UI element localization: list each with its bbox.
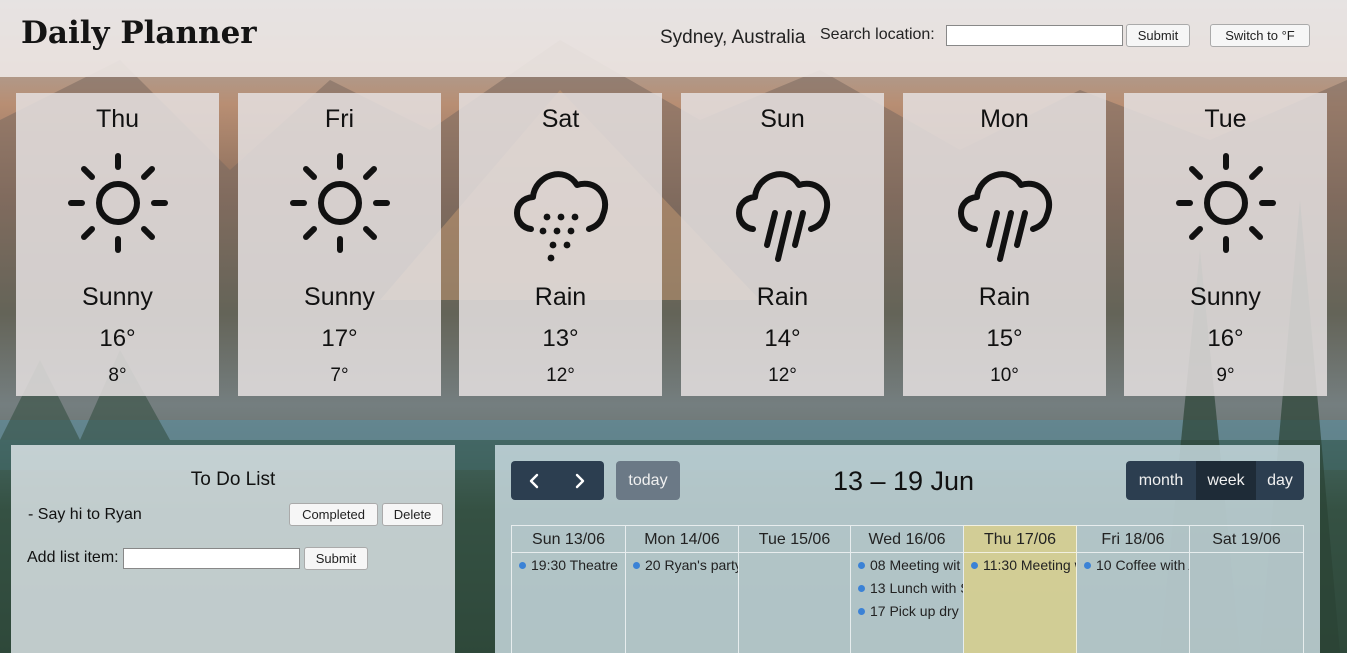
todo-title: To Do List bbox=[190, 469, 276, 490]
forecast-low: 7° bbox=[330, 365, 349, 386]
forecast-desc: Rain bbox=[756, 283, 809, 311]
day-header: Sun 13/06 bbox=[512, 526, 625, 553]
forecast-desc: Rain bbox=[534, 283, 587, 311]
day-header: Thu 17/06 bbox=[964, 526, 1076, 553]
day-column-mon[interactable]: Mon 14/06 20 Ryan's party bbox=[626, 525, 739, 653]
day-header: Sat 19/06 bbox=[1190, 526, 1303, 553]
forecast-high: 15° bbox=[986, 325, 1023, 352]
forecast-high: 14° bbox=[764, 325, 801, 352]
day-column-fri[interactable]: Fri 18/06 10 Coffee with A bbox=[1077, 525, 1190, 653]
add-item-input[interactable] bbox=[123, 548, 300, 569]
view-day-button[interactable]: day bbox=[1256, 461, 1304, 500]
calendar-event[interactable]: 20 Ryan's party bbox=[626, 553, 738, 576]
forecast-high: 16° bbox=[1207, 325, 1244, 352]
search-submit-button[interactable]: Submit bbox=[1126, 24, 1190, 47]
forecast-desc: Sunny bbox=[1190, 283, 1261, 311]
forecast-high: 13° bbox=[542, 325, 579, 352]
forecast-desc: Rain bbox=[978, 283, 1031, 311]
forecast-high: 16° bbox=[99, 325, 136, 352]
app-header: Daily Planner Sydney, Australia Search l… bbox=[0, 0, 1347, 77]
calendar-view-switcher: month week day bbox=[1126, 461, 1304, 500]
sun-icon bbox=[1175, 153, 1276, 253]
search-location-label: Search location: bbox=[820, 26, 935, 43]
sun-icon bbox=[67, 153, 168, 253]
forecast-desc: Sunny bbox=[304, 283, 375, 311]
forecast-card-sun: Sun Rain 14° 12° bbox=[681, 93, 884, 396]
week-grid: Sun 13/06 19:30 Theatre Mon 14/06 20 Rya… bbox=[511, 525, 1304, 653]
forecast-low: 10° bbox=[990, 365, 1019, 386]
current-location: Sydney, Australia bbox=[660, 27, 806, 48]
todo-panel: To Do List - Say hi to Ryan Completed De… bbox=[11, 445, 455, 653]
todo-item-text: - Say hi to Ryan bbox=[28, 506, 142, 523]
calendar-event[interactable]: 17 Pick up dry c bbox=[851, 599, 963, 622]
forecast-card-mon: Mon Rain 15° 10° bbox=[903, 93, 1106, 396]
day-column-thu-today[interactable]: Thu 17/06 11:30 Meeting w bbox=[964, 525, 1077, 653]
day-header: Mon 14/06 bbox=[626, 526, 738, 553]
todo-completed-button[interactable]: Completed bbox=[289, 503, 378, 526]
add-item-submit-button[interactable]: Submit bbox=[304, 547, 368, 570]
day-header: Tue 15/06 bbox=[739, 526, 850, 553]
forecast-card-fri: Fri Sunny 17° 7° bbox=[238, 93, 441, 396]
day-column-sun[interactable]: Sun 13/06 19:30 Theatre bbox=[512, 525, 626, 653]
calendar-event[interactable]: 11:30 Meeting w bbox=[964, 553, 1076, 576]
forecast-day: Sat bbox=[541, 105, 580, 133]
forecast-day: Tue bbox=[1204, 105, 1247, 133]
rain-icon bbox=[957, 171, 1052, 262]
day-column-wed[interactable]: Wed 16/06 08 Meeting wit 13 Lunch with S… bbox=[851, 525, 964, 653]
forecast-low: 12° bbox=[546, 365, 575, 386]
calendar-panel: today 13 – 19 Jun month week day Sun 13/… bbox=[495, 445, 1320, 653]
forecast-low: 9° bbox=[1216, 365, 1235, 386]
add-item-label: Add list item: bbox=[27, 549, 119, 566]
todo-delete-button[interactable]: Delete bbox=[382, 503, 443, 526]
app-title: Daily Planner bbox=[21, 15, 257, 51]
forecast-high: 17° bbox=[321, 325, 358, 352]
calendar-event[interactable]: 19:30 Theatre bbox=[512, 553, 625, 576]
day-column-tue[interactable]: Tue 15/06 bbox=[739, 525, 851, 653]
switch-units-button[interactable]: Switch to °F bbox=[1210, 24, 1310, 47]
sun-icon bbox=[289, 153, 390, 253]
forecast-day: Sun bbox=[760, 105, 805, 133]
day-header: Fri 18/06 bbox=[1077, 526, 1189, 553]
forecast-card-thu: Thu Sunny 16° 8° bbox=[16, 93, 219, 396]
forecast-desc: Sunny bbox=[82, 283, 153, 311]
forecast-card-sat: Sat Rain 13° 12° bbox=[459, 93, 662, 396]
view-week-button[interactable]: week bbox=[1196, 461, 1256, 500]
calendar-event[interactable]: 13 Lunch with S bbox=[851, 576, 963, 599]
day-header: Wed 16/06 bbox=[851, 526, 963, 553]
day-column-sat[interactable]: Sat 19/06 bbox=[1190, 525, 1304, 653]
forecast-day: Mon bbox=[980, 105, 1029, 133]
drizzle-icon bbox=[513, 171, 608, 262]
forecast-day: Fri bbox=[324, 105, 355, 133]
search-location-input[interactable] bbox=[946, 25, 1123, 46]
forecast-day: Thu bbox=[95, 105, 140, 133]
forecast-low: 12° bbox=[768, 365, 797, 386]
rain-icon bbox=[735, 171, 830, 262]
view-month-button[interactable]: month bbox=[1126, 461, 1196, 500]
forecast-low: 8° bbox=[108, 365, 127, 386]
forecast-card-tue: Tue Sunny 16° 9° bbox=[1124, 93, 1327, 396]
calendar-event[interactable]: 10 Coffee with A bbox=[1077, 553, 1189, 576]
calendar-event[interactable]: 08 Meeting wit bbox=[851, 553, 963, 576]
